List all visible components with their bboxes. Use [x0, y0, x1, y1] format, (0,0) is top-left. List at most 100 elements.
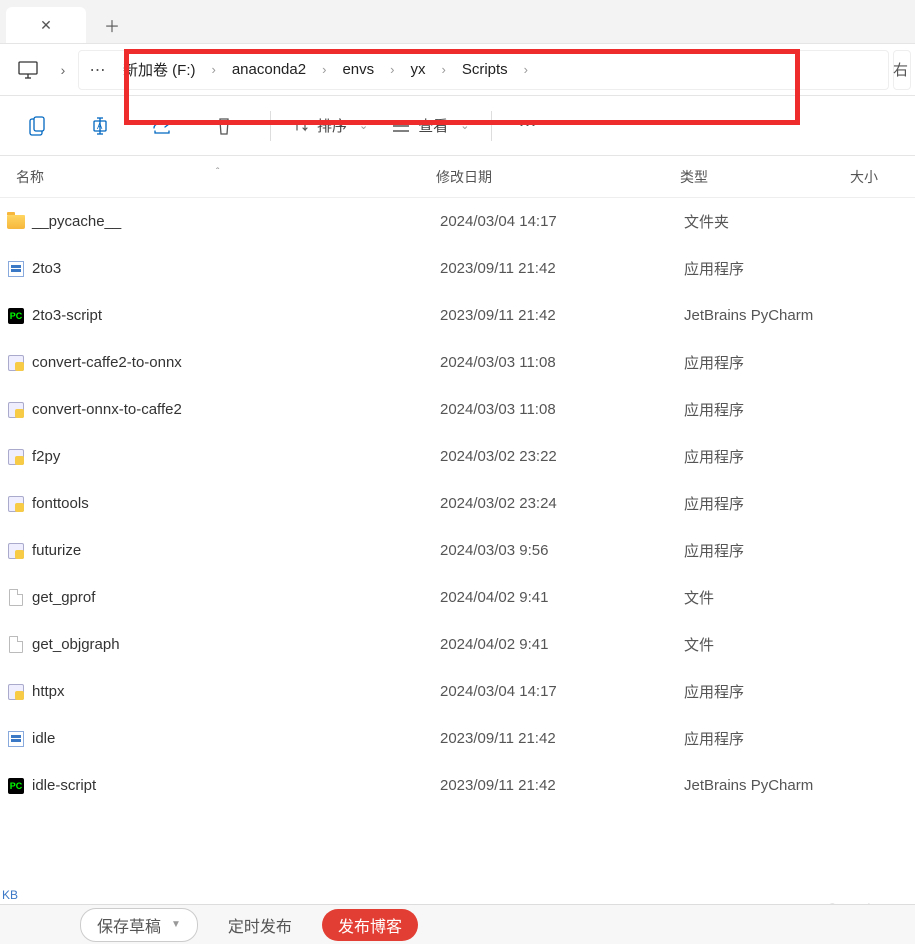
file-icon	[9, 589, 23, 606]
sort-caret-icon: ˆ	[216, 167, 219, 178]
file-date: 2024/03/02 23:22	[440, 448, 684, 465]
file-type: 文件夹	[684, 211, 854, 232]
python-exe-icon	[8, 449, 24, 465]
monitor-icon[interactable]	[4, 50, 52, 90]
breadcrumb-item[interactable]: envs	[328, 50, 388, 90]
view-label: 查看	[418, 115, 448, 136]
chevron-right-icon[interactable]: ›	[52, 62, 74, 78]
column-size[interactable]: 大小	[850, 167, 899, 187]
file-type: 文件	[684, 587, 854, 608]
file-date: 2024/03/02 23:24	[440, 495, 684, 512]
file-date: 2023/09/11 21:42	[440, 777, 684, 794]
column-header: 名称 ˆ 修改日期 类型 大小	[0, 156, 915, 198]
file-name: futurize	[32, 542, 440, 559]
breadcrumb-item[interactable]: anaconda2	[218, 50, 320, 90]
file-row[interactable]: fonttools2024/03/02 23:24应用程序	[0, 480, 915, 527]
chevron-down-icon: ⌄	[359, 119, 368, 132]
chevron-right-icon: ›	[439, 62, 447, 77]
breadcrumb-overflow-icon[interactable]: ⋯	[85, 60, 109, 80]
breadcrumb[interactable]: ⋯ 新加卷 (F:)› anaconda2› envs› yx› Scripts…	[78, 50, 889, 90]
view-button[interactable]: 查看 ⌄	[380, 106, 481, 146]
file-row[interactable]: idle2023/09/11 21:42应用程序	[0, 715, 915, 762]
file-row[interactable]: PC2to3-script2023/09/11 21:42JetBrains P…	[0, 292, 915, 339]
file-name: __pycache__	[32, 213, 440, 230]
file-row[interactable]: 2to32023/09/11 21:42应用程序	[0, 245, 915, 292]
pycharm-icon: PC	[8, 308, 24, 324]
share-icon[interactable]	[136, 106, 188, 146]
rename-icon[interactable]: A	[74, 106, 126, 146]
side-panel-cut[interactable]: 右	[893, 50, 911, 90]
exe-icon	[8, 731, 24, 747]
file-type: JetBrains PyCharm	[684, 307, 854, 324]
publish-button[interactable]: 发布博客	[322, 909, 418, 941]
pycharm-icon: PC	[8, 778, 24, 794]
file-name: 2to3	[32, 260, 440, 277]
file-date: 2023/09/11 21:42	[440, 730, 684, 747]
sort-label: 排序	[317, 115, 347, 136]
breadcrumb-item[interactable]: Scripts	[448, 50, 522, 90]
clipboard-icon[interactable]	[12, 106, 64, 146]
file-type: 应用程序	[684, 258, 854, 279]
file-name: f2py	[32, 448, 440, 465]
file-row[interactable]: PC idle-script2023/09/11 21:42JetBrains P…	[0, 762, 915, 809]
delete-icon[interactable]	[198, 106, 250, 146]
file-type: 文件	[684, 634, 854, 655]
file-icon	[9, 636, 23, 653]
file-type: 应用程序	[684, 728, 854, 749]
file-date: 2024/04/02 9:41	[440, 636, 684, 653]
file-row[interactable]: get_gprof2024/04/02 9:41文件	[0, 574, 915, 621]
address-bar: › ⋯ 新加卷 (F:)› anaconda2› envs› yx› Scrip…	[0, 44, 915, 96]
file-row[interactable]: futurize2024/03/03 9:56应用程序	[0, 527, 915, 574]
breadcrumb-item[interactable]: yx	[396, 50, 439, 90]
column-name[interactable]: 名称 ˆ	[16, 167, 436, 187]
save-draft-button[interactable]: 保存草稿 ▼	[80, 908, 198, 942]
file-row[interactable]: __pycache__2024/03/04 14:17文件夹	[0, 198, 915, 245]
file-name: get_objgraph	[32, 636, 440, 653]
python-exe-icon	[8, 543, 24, 559]
close-icon[interactable]: ✕	[40, 17, 52, 34]
chevron-right-icon: ›	[320, 62, 328, 77]
publish-bar: 保存草稿 ▼ 定时发布 发布博客	[0, 904, 915, 944]
separator	[491, 111, 492, 141]
file-date: 2023/09/11 21:42	[440, 260, 684, 277]
file-type: JetBrains PyCharm	[684, 777, 854, 794]
file-list: __pycache__2024/03/04 14:17文件夹2to32023/0…	[0, 198, 915, 809]
file-row[interactable]: get_objgraph2024/04/02 9:41文件	[0, 621, 915, 668]
svg-text:A: A	[97, 122, 103, 131]
file-row[interactable]: httpx2024/03/04 14:17应用程序	[0, 668, 915, 715]
chevron-down-icon: ⌄	[460, 119, 469, 132]
breadcrumb-item[interactable]: 新加卷 (F:)	[109, 50, 210, 90]
column-date[interactable]: 修改日期	[436, 167, 680, 187]
file-row[interactable]: f2py2024/03/02 23:22应用程序	[0, 433, 915, 480]
file-name: get_gprof	[32, 589, 440, 606]
chevron-down-icon: ▼	[171, 919, 181, 930]
chevron-right-icon: ›	[388, 62, 396, 77]
file-name: idle	[32, 730, 440, 747]
file-date: 2024/03/03 11:08	[440, 354, 684, 371]
file-name: idle-script	[32, 777, 440, 794]
python-exe-icon	[8, 684, 24, 700]
sort-button[interactable]: 排序 ⌄	[281, 106, 380, 146]
python-exe-icon	[8, 496, 24, 512]
file-row[interactable]: convert-onnx-to-caffe22024/03/03 11:08应用…	[0, 386, 915, 433]
file-date: 2024/04/02 9:41	[440, 589, 684, 606]
file-type: 应用程序	[684, 540, 854, 561]
new-tab-button[interactable]: ＋	[92, 7, 132, 43]
file-row[interactable]: convert-caffe2-to-onnx2024/03/03 11:08应用…	[0, 339, 915, 386]
separator	[270, 111, 271, 141]
toolbar: A 排序 ⌄ 查看 ⌄ ⋯	[0, 96, 915, 156]
column-type[interactable]: 类型	[680, 167, 850, 187]
chevron-right-icon: ›	[210, 62, 218, 77]
current-tab[interactable]: ✕	[6, 7, 86, 43]
tab-bar: ✕ ＋	[0, 0, 915, 44]
file-name: httpx	[32, 683, 440, 700]
file-name: fonttools	[32, 495, 440, 512]
scheduled-publish-button[interactable]: 定时发布	[228, 913, 292, 937]
file-date: 2024/03/04 14:17	[440, 213, 684, 230]
file-type: 应用程序	[684, 681, 854, 702]
file-date: 2024/03/04 14:17	[440, 683, 684, 700]
file-type: 应用程序	[684, 493, 854, 514]
column-name-label: 名称	[16, 169, 44, 185]
more-icon[interactable]: ⋯	[502, 106, 554, 146]
file-type: 应用程序	[684, 446, 854, 467]
